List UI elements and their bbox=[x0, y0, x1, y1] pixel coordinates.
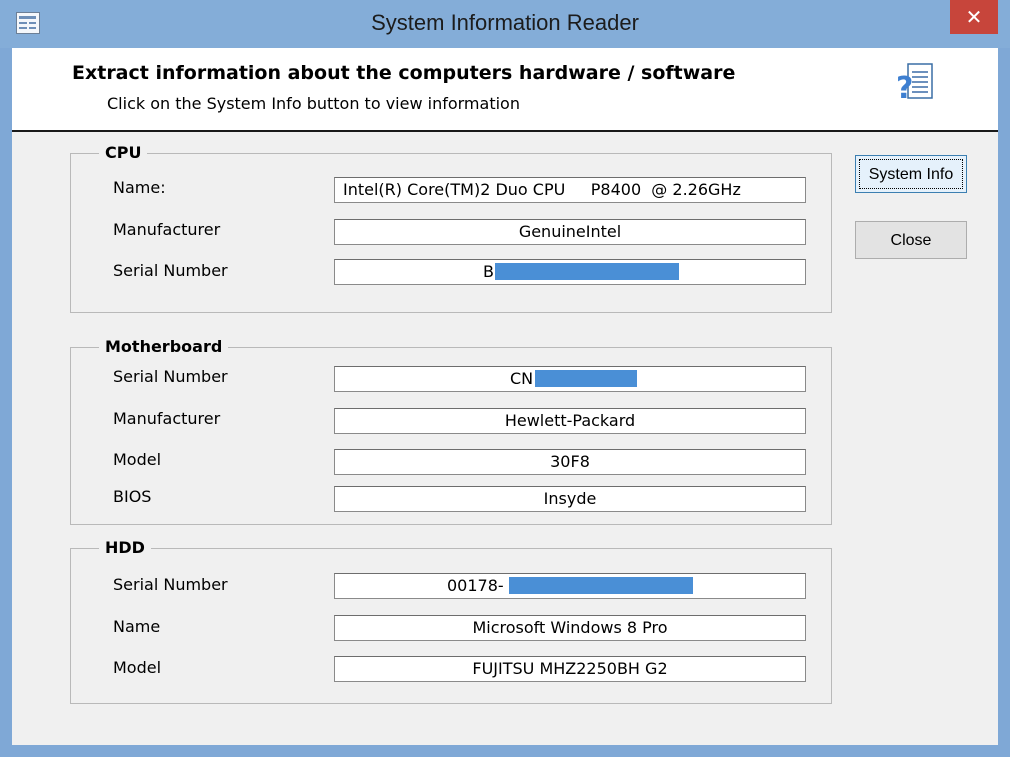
hdd-serial-value: 00178- bbox=[447, 576, 504, 595]
hdd-serial-field[interactable]: 00178- bbox=[334, 573, 806, 599]
dialog-body: Extract information about the computers … bbox=[12, 48, 998, 745]
cpu-group: CPU Name: Intel(R) Core(TM)2 Duo CPU P84… bbox=[70, 143, 832, 313]
cpu-name-field[interactable]: Intel(R) Core(TM)2 Duo CPU P8400 @ 2.26G… bbox=[334, 177, 806, 203]
close-icon: ✕ bbox=[965, 5, 983, 29]
motherboard-bios-label: BIOS bbox=[113, 487, 152, 506]
header-title: Extract information about the computers … bbox=[72, 62, 736, 84]
title-bar[interactable]: System Information Reader ✕ bbox=[0, 0, 1010, 48]
hdd-model-field[interactable]: FUJITSU MHZ2250BH G2 bbox=[334, 656, 806, 682]
window-close-button[interactable]: ✕ bbox=[950, 0, 998, 34]
close-button[interactable]: Close bbox=[855, 221, 967, 259]
motherboard-manufacturer-field[interactable]: Hewlett-Packard bbox=[334, 408, 806, 434]
window-title: System Information Reader bbox=[371, 10, 639, 35]
redaction-bar bbox=[495, 263, 679, 280]
cpu-serial-field[interactable]: B bbox=[334, 259, 806, 285]
header-subtitle: Click on the System Info button to view … bbox=[107, 94, 520, 113]
hdd-name-label: Name bbox=[113, 617, 161, 636]
svg-text:?: ? bbox=[896, 71, 913, 106]
help-document-icon: ? bbox=[896, 63, 933, 106]
hdd-name-field[interactable]: Microsoft Windows 8 Pro bbox=[334, 615, 806, 641]
motherboard-serial-value: CN bbox=[510, 369, 534, 388]
cpu-name-label: Name: bbox=[113, 178, 166, 197]
cpu-group-legend: CPU bbox=[99, 143, 148, 162]
cpu-manufacturer-field[interactable]: GenuineIntel bbox=[334, 219, 806, 245]
cpu-serial-label: Serial Number bbox=[113, 261, 228, 280]
redaction-bar bbox=[535, 370, 637, 387]
application-window: System Information Reader ✕ Extract info… bbox=[0, 0, 1010, 757]
motherboard-group-legend: Motherboard bbox=[99, 337, 229, 356]
motherboard-manufacturer-label: Manufacturer bbox=[113, 409, 221, 428]
cpu-serial-value: B bbox=[483, 262, 494, 281]
motherboard-model-field[interactable]: 30F8 bbox=[334, 449, 806, 475]
motherboard-model-label: Model bbox=[113, 450, 162, 469]
motherboard-group: Motherboard Serial Number CN Manufacture… bbox=[70, 337, 832, 525]
hdd-group: HDD Serial Number 00178- Name Microsoft … bbox=[70, 538, 832, 704]
hdd-serial-label: Serial Number bbox=[113, 575, 228, 594]
motherboard-serial-label: Serial Number bbox=[113, 367, 228, 386]
header-panel: Extract information about the computers … bbox=[12, 48, 998, 132]
motherboard-bios-field[interactable]: Insyde bbox=[334, 486, 806, 512]
redaction-bar bbox=[509, 577, 693, 594]
hdd-model-label: Model bbox=[113, 658, 162, 677]
hdd-group-legend: HDD bbox=[99, 538, 151, 557]
motherboard-serial-field[interactable]: CN bbox=[334, 366, 806, 392]
cpu-manufacturer-label: Manufacturer bbox=[113, 220, 221, 239]
cpu-name-value: Intel(R) Core(TM)2 Duo CPU P8400 @ 2.26G… bbox=[343, 180, 741, 199]
system-info-button-label: System Info bbox=[859, 159, 963, 189]
system-info-button[interactable]: System Info bbox=[855, 155, 967, 193]
